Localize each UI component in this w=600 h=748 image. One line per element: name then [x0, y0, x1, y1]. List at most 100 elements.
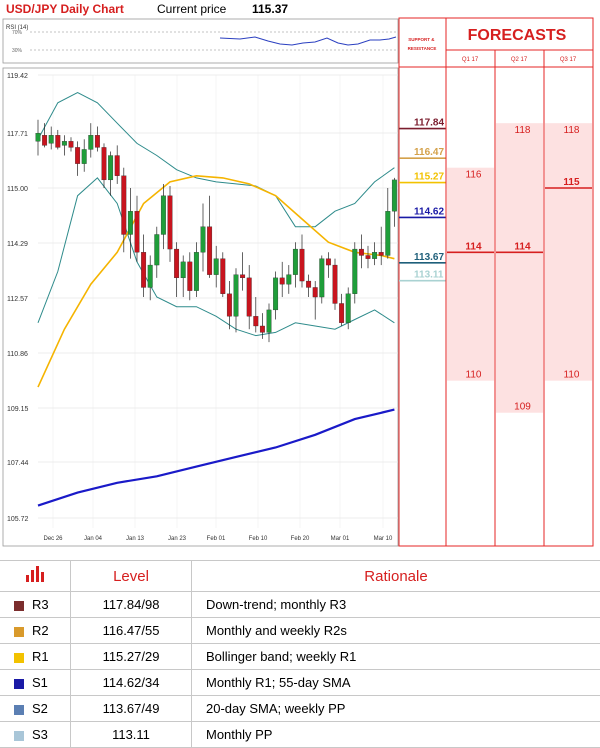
x-tick-label: Feb 01	[207, 536, 226, 542]
table-row: S2113.67/4920-day SMA; weekly PP	[0, 696, 600, 722]
candle-body	[141, 252, 146, 287]
candle-body	[207, 227, 212, 275]
level-name-cell: S3	[0, 722, 71, 748]
candle-body	[69, 141, 74, 147]
level-value: 114.62/34	[71, 670, 192, 696]
sr-level-label: 116.47	[414, 147, 444, 158]
candle-body	[359, 249, 364, 255]
candle-body	[260, 326, 265, 332]
candle-body	[42, 135, 47, 145]
y-tick-label: 117.71	[7, 131, 28, 138]
forecast-low: 109	[514, 402, 531, 413]
forecast-range	[496, 123, 543, 413]
price-label: Current price	[157, 2, 227, 16]
level-name: S1	[32, 675, 48, 690]
candle-body	[267, 310, 272, 333]
rsi-tick-70: 70%	[12, 30, 23, 36]
table-row: S1 114.62/34Monthly R1; 55-day SMA	[0, 670, 600, 696]
candle-body	[155, 234, 160, 265]
rsi-tick-30: 30%	[12, 48, 23, 54]
forecast-mid: 114	[514, 241, 531, 252]
candle-body	[392, 180, 397, 211]
sr-level-label: 115.27	[414, 172, 444, 183]
candle-body	[188, 262, 193, 291]
sr-column	[399, 18, 446, 546]
table-row: S3113.11Monthly PP	[0, 722, 600, 748]
candle-body	[313, 287, 318, 297]
candle-body	[161, 196, 166, 235]
candle-body	[181, 262, 186, 278]
candle-body	[102, 147, 107, 179]
forecast-mid: 115	[563, 177, 580, 188]
candle-body	[300, 249, 305, 281]
level-value: 113.67/49	[71, 696, 192, 722]
candle-body	[280, 278, 285, 284]
candle-body	[386, 211, 391, 255]
candle-body	[201, 227, 206, 253]
candle-body	[221, 259, 226, 294]
x-tick-label: Dec 26	[43, 536, 63, 542]
x-tick-label: Feb 20	[291, 536, 310, 542]
rsi-panel	[3, 19, 398, 63]
candle-body	[379, 252, 384, 255]
level-rationale: Monthly R1; 55-day SMA	[192, 670, 600, 696]
level-name-cell: R2	[0, 618, 71, 644]
level-name: R1	[32, 649, 49, 664]
candle-body	[75, 147, 80, 163]
candle-body	[56, 135, 61, 147]
y-tick-label: 115.00	[7, 186, 28, 193]
candle-body	[89, 135, 94, 149]
forecast-low: 110	[466, 370, 482, 381]
candle-body	[115, 156, 120, 176]
table-row: R1115.27/29Bollinger band; weekly R1	[0, 644, 600, 670]
x-tick-label: Jan 23	[168, 536, 187, 542]
x-tick-labels: Dec 26Jan 04Jan 13Jan 23Feb 01Feb 10Feb …	[43, 536, 393, 542]
candle-body	[287, 275, 292, 285]
table-row: R3117.84/98Down-trend; monthly R3	[0, 592, 600, 618]
candle-body	[339, 303, 344, 322]
forecast-col-q1: Q1 17	[462, 57, 479, 63]
forecast-col-q2: Q2 17	[511, 57, 528, 63]
sr-level-label: 113.67	[414, 252, 444, 263]
forecast-high: 118	[564, 125, 580, 136]
y-tick-label: 105.72	[7, 516, 29, 523]
forecast-range	[447, 168, 494, 381]
forecast-title: FORECASTS	[468, 27, 567, 44]
x-tick-label: Jan 13	[126, 536, 145, 542]
chart-title: USD/JPY Daily Chart	[6, 2, 124, 16]
y-tick-label: 119.42	[7, 73, 28, 80]
y-tick-label: 112.57	[7, 296, 28, 303]
level-rationale: Bollinger band; weekly R1	[192, 644, 600, 670]
level-name-cell: R1	[0, 644, 71, 670]
sr-level-label: 114.62	[414, 206, 444, 217]
levels-table: Level Rationale R3117.84/98Down-trend; m…	[0, 560, 600, 745]
candle-body	[227, 294, 232, 316]
level-swatch	[14, 601, 24, 611]
candle-body	[148, 265, 153, 287]
level-rationale: Monthly PP	[192, 722, 600, 748]
header-rationale: Rationale	[192, 561, 600, 592]
candle-body	[194, 252, 199, 290]
candle-body	[372, 252, 377, 258]
level-rationale: Down-trend; monthly R3	[192, 592, 600, 618]
forecast-mid: 114	[465, 241, 482, 252]
level-name: S2	[32, 701, 48, 716]
level-swatch	[14, 627, 24, 637]
candle-body	[247, 278, 252, 316]
level-name: R3	[32, 597, 49, 612]
forecast-low: 110	[564, 370, 580, 381]
level-swatch	[14, 679, 24, 689]
forecast-high: 116	[466, 170, 482, 181]
x-tick-label: Jan 04	[84, 536, 103, 542]
level-rationale: Monthly and weekly R2s	[192, 618, 600, 644]
candle-body	[326, 259, 331, 265]
level-name-cell: S2	[0, 696, 71, 722]
level-name-cell: S1	[0, 670, 71, 696]
candle-body	[36, 133, 41, 141]
sr-level-label: 117.84	[414, 118, 444, 129]
candle-body	[108, 156, 113, 180]
bar-chart-icon	[25, 566, 45, 582]
x-tick-label: Mar 01	[331, 536, 350, 542]
candle-body	[346, 294, 351, 323]
level-swatch	[14, 705, 24, 715]
